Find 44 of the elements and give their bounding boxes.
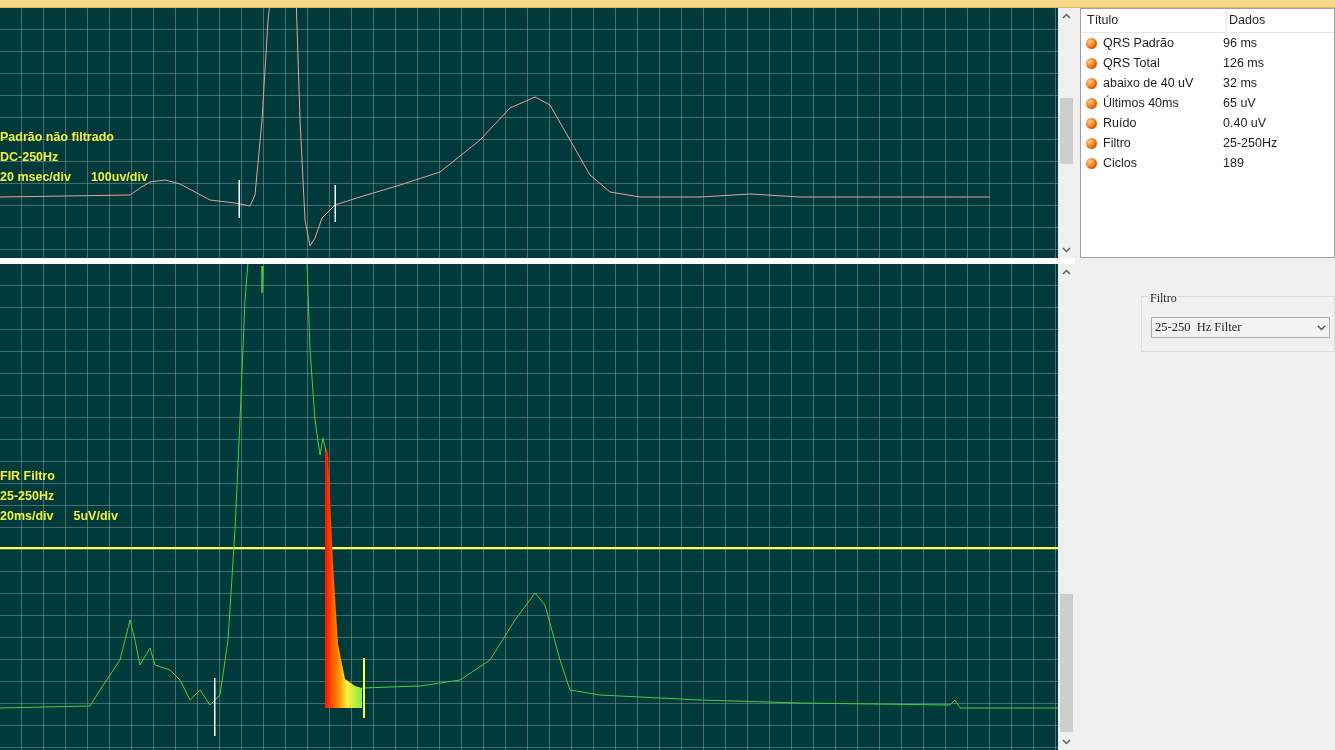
chart-label: 20ms/div bbox=[0, 508, 54, 525]
scrollbar-thumb[interactable] bbox=[1060, 98, 1073, 164]
chevron-down-icon bbox=[1317, 324, 1326, 331]
chevron-down-icon[interactable] bbox=[1062, 739, 1071, 745]
chart-label: 100uv/div bbox=[90, 169, 148, 186]
chart-label: DC-250Hz bbox=[0, 149, 60, 166]
chart-label: FIR Filtro bbox=[0, 468, 56, 485]
table-cell-text: QRS Padrão bbox=[1102, 34, 1175, 52]
table-cell-text: Últimos 40ms bbox=[1102, 94, 1180, 112]
table-row[interactable]: abaixo de 40 uV 32 ms bbox=[1081, 73, 1334, 93]
marker-line bbox=[238, 180, 240, 218]
table-cell-text: Filtro bbox=[1102, 134, 1132, 152]
table-row[interactable]: Ciclos 189 bbox=[1081, 153, 1334, 173]
column-header[interactable]: Título bbox=[1081, 11, 1227, 30]
scrollbar-thumb[interactable] bbox=[1060, 594, 1073, 732]
table-cell-text: 126 ms bbox=[1222, 54, 1264, 72]
chart-label: Padrão não filtrado bbox=[0, 129, 115, 146]
marker-line bbox=[363, 658, 365, 718]
marker-line bbox=[334, 185, 336, 222]
table-cell-text: QRS Total bbox=[1102, 54, 1161, 72]
chart-label: 25-250Hz bbox=[0, 488, 56, 505]
table-cell-text: 25-250Hz bbox=[1222, 134, 1278, 152]
table-cell-text: 189 bbox=[1222, 154, 1244, 172]
table-row[interactable]: QRS Padrão 96 ms bbox=[1081, 33, 1334, 53]
filter-select[interactable]: 25-250 Hz Filter bbox=[1151, 317, 1330, 338]
table-cell-text: 0.40 uV bbox=[1222, 114, 1267, 132]
marker-line bbox=[214, 678, 216, 736]
table-cell-text: Ruído bbox=[1102, 114, 1138, 132]
table-cell-text: Ciclos bbox=[1102, 154, 1139, 172]
chevron-up-icon[interactable] bbox=[1062, 269, 1071, 275]
column-header[interactable]: Dados bbox=[1227, 11, 1266, 30]
chart-label: 5uV/div bbox=[73, 508, 118, 525]
table-cell-text: 96 ms bbox=[1222, 34, 1258, 52]
chevron-down-icon[interactable] bbox=[1062, 247, 1071, 253]
table-row[interactable]: Filtro 25-250Hz bbox=[1081, 133, 1334, 153]
table-cell-text: 65 uV bbox=[1222, 94, 1256, 112]
chevron-up-icon[interactable] bbox=[1062, 13, 1071, 19]
table-cell-text: 32 ms bbox=[1222, 74, 1258, 92]
table-cell-text: abaixo de 40 uV bbox=[1102, 74, 1195, 92]
table-row[interactable]: Ruído 0.40 uV bbox=[1081, 113, 1334, 133]
table-row[interactable]: Últimos 40ms 65 uV bbox=[1081, 93, 1334, 113]
chart-label: 20 msec/div bbox=[0, 169, 71, 186]
ecg-trace bbox=[261, 265, 264, 294]
table-row[interactable]: QRS Total 126 ms bbox=[1081, 53, 1334, 73]
